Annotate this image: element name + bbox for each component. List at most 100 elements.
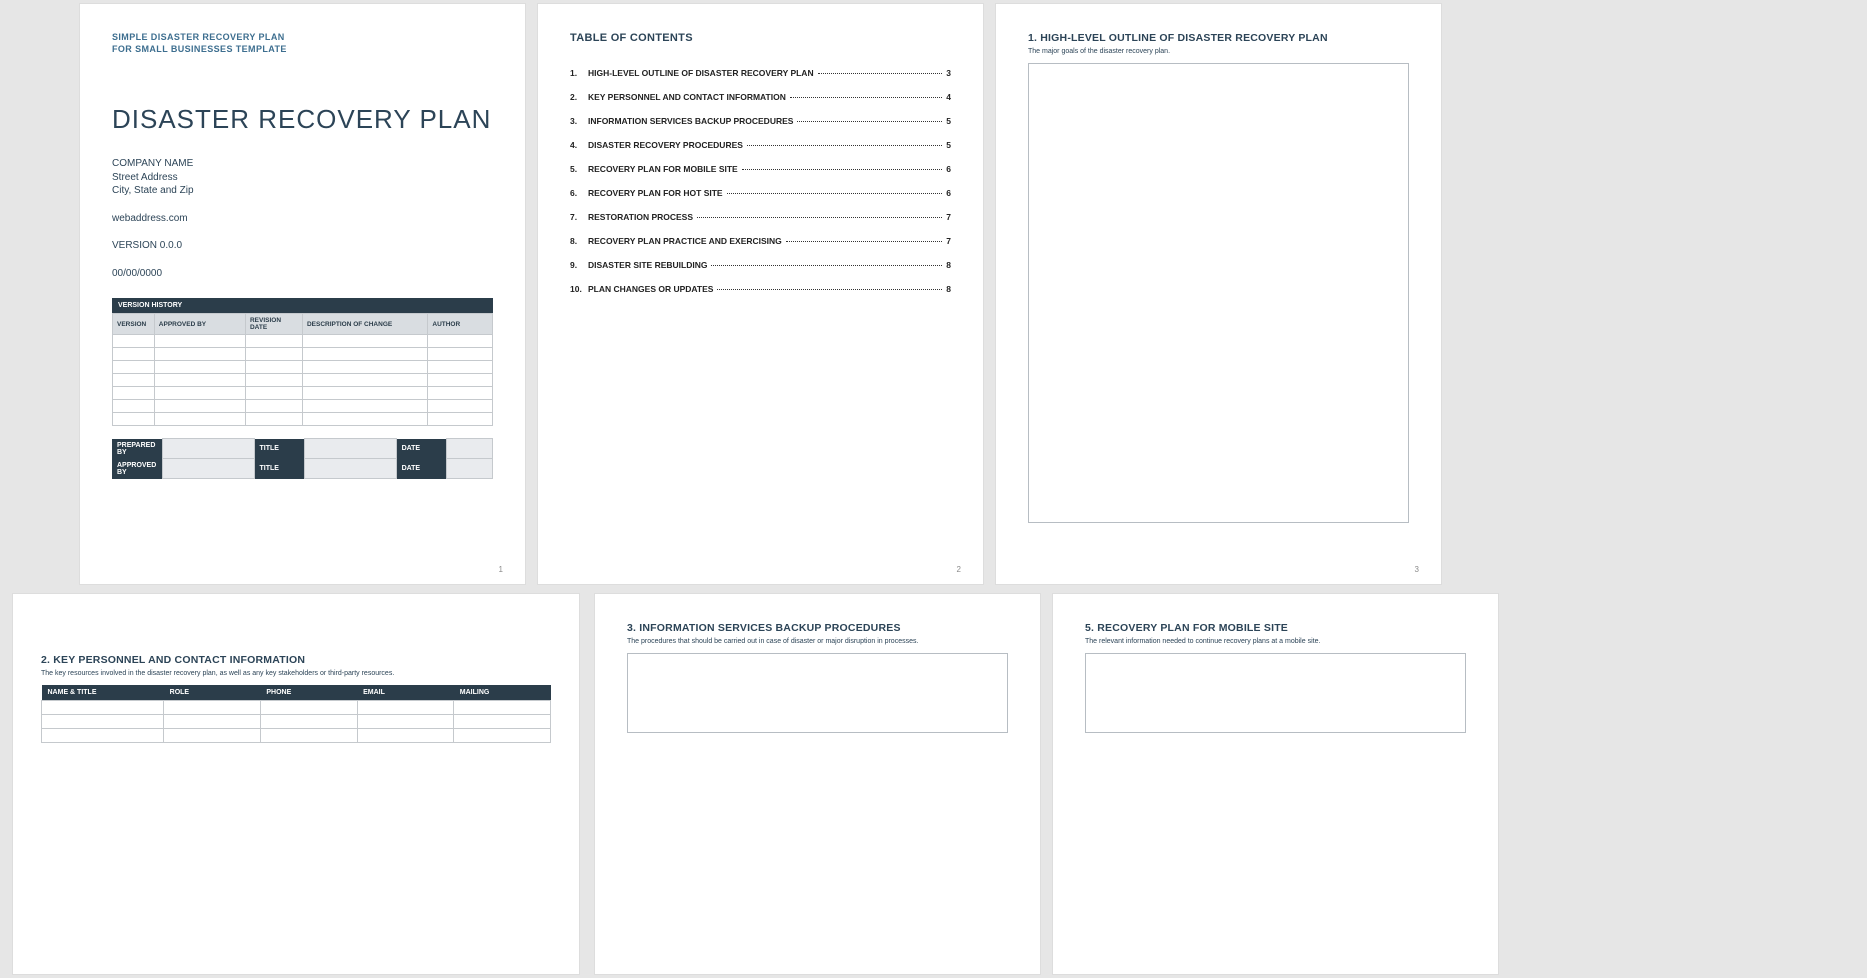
table-row — [113, 400, 493, 413]
label-title-2: TITLE — [254, 459, 305, 479]
toc-item-number: 4. — [570, 140, 588, 150]
section-3-title: 3. INFORMATION SERVICES BACKUP PROCEDURE… — [627, 622, 1008, 634]
toc-item-label: RECOVERY PLAN FOR HOT SITE — [588, 188, 723, 198]
toc-dots — [747, 145, 942, 146]
page-cover: SIMPLE DISASTER RECOVERY PLAN FOR SMALL … — [80, 4, 525, 584]
toc-item-number: 7. — [570, 212, 588, 222]
toc-item-page: 7 — [946, 236, 951, 246]
toc-item-number: 5. — [570, 164, 588, 174]
toc-item-page: 6 — [946, 164, 951, 174]
toc-item-number: 10. — [570, 284, 588, 294]
col-name-title: NAME & TITLE — [42, 685, 164, 701]
version-label: VERSION 0.0.0 — [112, 239, 493, 253]
section-1-content-box — [1028, 63, 1409, 523]
toc-item-label: DISASTER RECOVERY PROCEDURES — [588, 140, 743, 150]
toc-item-page: 5 — [946, 140, 951, 150]
toc-item: 4.DISASTER RECOVERY PROCEDURES 5 — [570, 140, 951, 150]
page-number: 3 — [1415, 565, 1419, 574]
page-section-2: 2. KEY PERSONNEL AND CONTACT INFORMATION… — [13, 594, 579, 974]
toc-dots — [818, 73, 943, 74]
section-3-subtitle: The procedures that should be carried ou… — [627, 638, 1008, 645]
table-row — [113, 413, 493, 426]
toc-dots — [786, 241, 942, 242]
section-5-subtitle: The relevant information needed to conti… — [1085, 638, 1466, 645]
label-prepared-by: PREPARED BY — [112, 439, 163, 459]
table-row — [113, 335, 493, 348]
section-1-title: 1. HIGH-LEVEL OUTLINE OF DISASTER RECOVE… — [1028, 32, 1409, 44]
section-1-subtitle: The major goals of the disaster recovery… — [1028, 48, 1409, 55]
page-section-5: 5. RECOVERY PLAN FOR MOBILE SITE The rel… — [1053, 594, 1498, 974]
table-row — [113, 361, 493, 374]
table-row — [42, 701, 551, 715]
label-title: TITLE — [254, 439, 305, 459]
page-number: 1 — [499, 565, 503, 574]
company-name: COMPANY NAME — [112, 157, 493, 171]
toc-item-page: 8 — [946, 260, 951, 270]
label-date-2: DATE — [396, 459, 447, 479]
table-row — [42, 729, 551, 743]
toc-item-page: 8 — [946, 284, 951, 294]
col-approved-by: APPROVED BY — [154, 314, 245, 335]
label-date: DATE — [396, 439, 447, 459]
version-history-table: VERSION APPROVED BY REVISION DATE DESCRI… — [112, 313, 493, 426]
table-row — [113, 374, 493, 387]
toc-item-page: 5 — [946, 116, 951, 126]
col-mailing: MAILING — [454, 685, 551, 701]
toc-item-label: RESTORATION PROCESS — [588, 212, 693, 222]
toc-item-label: KEY PERSONNEL AND CONTACT INFORMATION — [588, 92, 786, 102]
toc-item: 5.RECOVERY PLAN FOR MOBILE SITE 6 — [570, 164, 951, 174]
toc-item-label: RECOVERY PLAN FOR MOBILE SITE — [588, 164, 738, 174]
col-email: EMAIL — [357, 685, 454, 701]
city-state-zip: City, State and Zip — [112, 184, 493, 198]
toc-dots — [742, 169, 943, 170]
toc-dots — [790, 97, 942, 98]
toc-list: 1.HIGH-LEVEL OUTLINE OF DISASTER RECOVER… — [570, 68, 951, 294]
toc-item: 9.DISASTER SITE REBUILDING 8 — [570, 260, 951, 270]
toc-dots — [697, 217, 942, 218]
section-2-subtitle: The key resources involved in the disast… — [41, 670, 551, 677]
toc-item-label: RECOVERY PLAN PRACTICE AND EXERCISING — [588, 236, 782, 246]
section-3-content-box — [627, 653, 1008, 733]
toc-item-page: 3 — [946, 68, 951, 78]
toc-item-label: PLAN CHANGES OR UPDATES — [588, 284, 713, 294]
col-description: DESCRIPTION OF CHANGE — [302, 314, 427, 335]
toc-item: 8.RECOVERY PLAN PRACTICE AND EXERCISING 7 — [570, 236, 951, 246]
toc-item-page: 7 — [946, 212, 951, 222]
toc-item-number: 8. — [570, 236, 588, 246]
col-phone: PHONE — [260, 685, 357, 701]
section-5-content-box — [1085, 653, 1466, 733]
toc-header: TABLE OF CONTENTS — [570, 32, 951, 44]
toc-dots — [717, 289, 942, 290]
template-label-2: FOR SMALL BUSINESSES TEMPLATE — [112, 44, 493, 56]
label-approved-by: APPROVED BY — [112, 459, 163, 479]
toc-item-page: 6 — [946, 188, 951, 198]
toc-item: 7.RESTORATION PROCESS 7 — [570, 212, 951, 222]
toc-item-number: 1. — [570, 68, 588, 78]
toc-item-page: 4 — [946, 92, 951, 102]
toc-item-number: 3. — [570, 116, 588, 126]
toc-item: 3.INFORMATION SERVICES BACKUP PROCEDURES… — [570, 116, 951, 126]
toc-item-label: DISASTER SITE REBUILDING — [588, 260, 707, 270]
date-label: 00/00/0000 — [112, 267, 493, 281]
template-label-1: SIMPLE DISASTER RECOVERY PLAN — [112, 32, 493, 44]
page-section-1: 1. HIGH-LEVEL OUTLINE OF DISASTER RECOVE… — [996, 4, 1441, 584]
col-role: ROLE — [164, 685, 261, 701]
table-row — [42, 715, 551, 729]
section-5-title: 5. RECOVERY PLAN FOR MOBILE SITE — [1085, 622, 1466, 634]
toc-item-number: 2. — [570, 92, 588, 102]
street-address: Street Address — [112, 171, 493, 185]
version-history-header: VERSION HISTORY — [112, 298, 493, 313]
table-row — [113, 348, 493, 361]
toc-item-number: 9. — [570, 260, 588, 270]
col-author: AUTHOR — [428, 314, 493, 335]
page-section-3: 3. INFORMATION SERVICES BACKUP PROCEDURE… — [595, 594, 1040, 974]
toc-item-number: 6. — [570, 188, 588, 198]
toc-dots — [727, 193, 943, 194]
section-2-title: 2. KEY PERSONNEL AND CONTACT INFORMATION — [41, 654, 551, 666]
personnel-table: NAME & TITLE ROLE PHONE EMAIL MAILING — [41, 685, 551, 743]
toc-dots — [711, 265, 942, 266]
toc-item: 6.RECOVERY PLAN FOR HOT SITE 6 — [570, 188, 951, 198]
col-version: VERSION — [113, 314, 155, 335]
toc-item-label: HIGH-LEVEL OUTLINE OF DISASTER RECOVERY … — [588, 68, 814, 78]
col-revision-date: REVISION DATE — [245, 314, 302, 335]
